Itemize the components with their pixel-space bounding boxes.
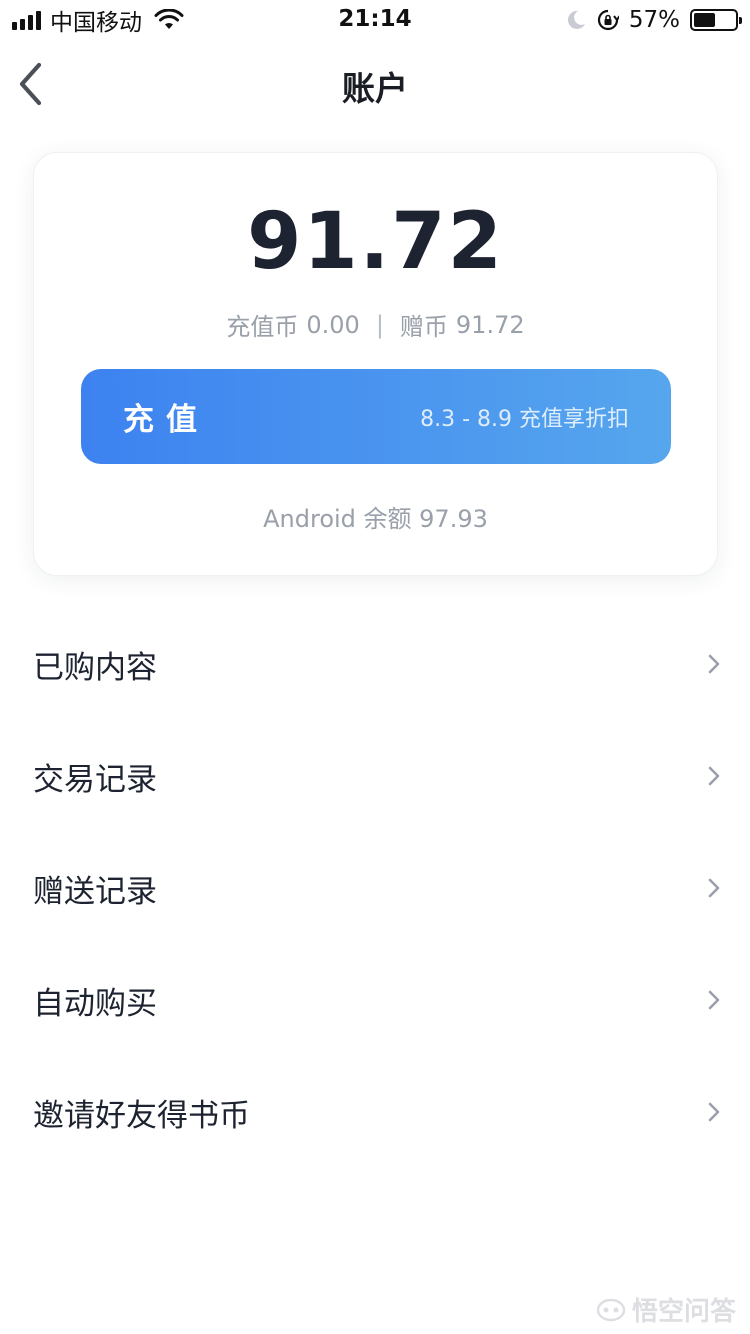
menu-item-gift-records[interactable]: 赠送记录 bbox=[0, 832, 750, 944]
battery-percent: 57% bbox=[628, 7, 680, 33]
account-balance-card: 91.72 充值币 0.00 | 赠币 91.72 充值 8.3 - 8.9 充… bbox=[33, 152, 718, 576]
rotation-lock-icon bbox=[597, 9, 619, 31]
gift-coins-label: 赠币 bbox=[399, 313, 448, 341]
menu-item-label: 自动购买 bbox=[33, 985, 157, 1022]
android-balance: Android 余额 97.93 bbox=[263, 505, 488, 533]
balance-breakdown: 充值币 0.00 | 赠币 91.72 bbox=[34, 307, 717, 342]
recharge-button[interactable]: 充值 8.3 - 8.9 充值享折扣 bbox=[81, 369, 671, 464]
wukong-logo-icon bbox=[596, 1298, 626, 1321]
menu-item-purchased-content[interactable]: 已购内容 bbox=[0, 608, 750, 720]
menu-item-auto-purchase[interactable]: 自动购买 bbox=[0, 944, 750, 1056]
battery-level-fill bbox=[694, 13, 716, 27]
watermark-text: 悟空问答 bbox=[631, 1297, 736, 1327]
menu-item-label: 已购内容 bbox=[33, 649, 157, 686]
battery-icon bbox=[690, 9, 742, 31]
navigation-bar: 账户 bbox=[0, 40, 750, 128]
recharge-button-label: 充值 bbox=[123, 402, 209, 438]
moon-icon bbox=[567, 10, 585, 29]
status-bar-right: 57% bbox=[565, 6, 742, 34]
menu-item-label: 赠送记录 bbox=[33, 873, 157, 910]
chevron-right-icon bbox=[708, 766, 720, 786]
chevron-right-icon bbox=[708, 654, 720, 674]
recharge-coins-value: 0.00 bbox=[306, 310, 360, 339]
menu-item-transaction-records[interactable]: 交易记录 bbox=[0, 720, 750, 832]
recharge-coins-label: 充值币 bbox=[226, 313, 299, 341]
balance-separator: | bbox=[375, 310, 384, 339]
page-title: 账户 bbox=[342, 69, 408, 108]
gift-coins-value: 91.72 bbox=[455, 310, 525, 339]
account-screen: 中国移动 21:14 57% 账户 91.72 充值币 0.00 | 赠币 91… bbox=[0, 0, 750, 1334]
account-menu: 已购内容 交易记录 赠送记录 自动购买 邀请好友得书币 bbox=[0, 608, 750, 1168]
menu-item-label: 交易记录 bbox=[33, 761, 157, 798]
menu-item-label: 邀请好友得书币 bbox=[33, 1097, 250, 1134]
chevron-right-icon bbox=[708, 1102, 720, 1122]
watermark: 悟空问答 bbox=[596, 1291, 736, 1328]
chevron-right-icon bbox=[708, 878, 720, 898]
menu-item-invite-friends[interactable]: 邀请好友得书币 bbox=[0, 1056, 750, 1168]
recharge-promo-text: 8.3 - 8.9 充值享折扣 bbox=[420, 406, 629, 432]
status-bar: 中国移动 21:14 57% bbox=[0, 0, 750, 40]
total-balance: 91.72 bbox=[247, 197, 504, 287]
chevron-right-icon bbox=[708, 990, 720, 1010]
